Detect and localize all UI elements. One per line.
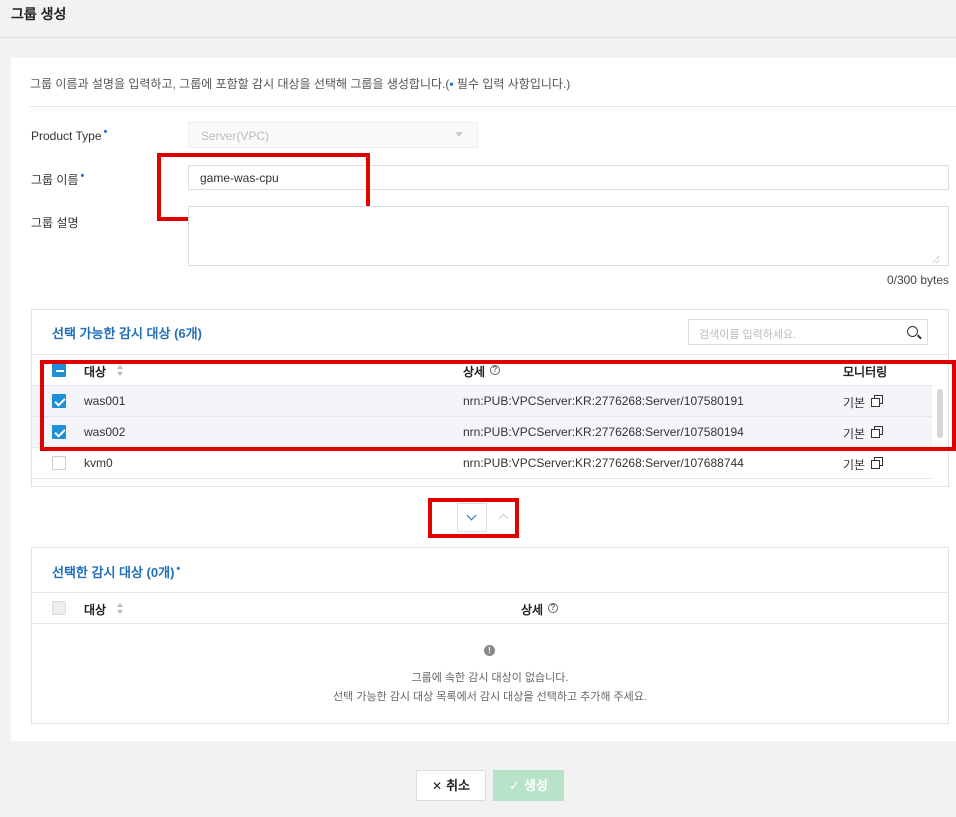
sort-icon[interactable] — [117, 603, 124, 615]
required-mark: • — [176, 563, 181, 575]
required-mark: • — [103, 126, 108, 138]
info-icon: ! — [484, 645, 495, 656]
description-divider — [30, 106, 956, 107]
divider — [32, 623, 948, 624]
group-desc-label: 그룹 설명 — [31, 216, 79, 230]
row-target-name: kvm0 — [84, 456, 113, 470]
row-monitoring: 기본 — [843, 458, 866, 472]
page-description: 그룹 이름과 설명을 입력하고, 그룹에 포함할 감시 대상을 선택해 그룹을 … — [30, 75, 570, 92]
product-type-value: Server(VPC) — [201, 129, 270, 143]
group-desc-textarea[interactable] — [188, 206, 949, 266]
product-type-label: Product Type • — [31, 126, 108, 143]
divider — [32, 354, 948, 355]
title-divider — [0, 37, 956, 38]
product-type-select[interactable]: Server(VPC) — [188, 122, 478, 148]
row-detail: nrn:PUB:VPCServer:KR:2776268:Server/1076… — [463, 456, 744, 470]
bytes-counter: 0/300 bytes — [886, 273, 949, 287]
empty-message-line2: 선택 가능한 감시 대상 목록에서 감시 대상을 선택하고 추가해 주세요. — [333, 691, 647, 703]
selected-targets-title: 선택한 감시 대상 (0개) • — [52, 563, 181, 580]
divider — [32, 478, 932, 479]
cancel-button[interactable]: ✕ 취소 — [416, 770, 486, 801]
create-label: 생성 — [523, 778, 548, 793]
highlight-box-move-buttons — [428, 498, 519, 538]
col-header-detail: 상세 — [521, 603, 544, 617]
search-placeholder: 검색이름 입력하세요. — [699, 329, 797, 341]
help-icon[interactable]: ? — [548, 603, 558, 613]
required-mark: • — [80, 170, 85, 182]
description-tail: 필수 입력 사항입니다.) — [453, 77, 571, 91]
search-icon[interactable] — [907, 326, 918, 337]
description-text: 그룹 이름과 설명을 입력하고, 그룹에 포함할 감시 대상을 선택해 그룹을 … — [30, 77, 450, 91]
create-button[interactable]: ✓ 생성 — [493, 770, 564, 801]
highlight-box-selected-rows — [40, 360, 956, 451]
divider — [32, 592, 948, 593]
close-icon: ✕ — [432, 779, 443, 793]
cancel-label: 취소 — [446, 778, 470, 793]
resize-handle-icon[interactable] — [932, 256, 939, 263]
col-header-target[interactable]: 대상 — [84, 601, 106, 618]
check-icon: ✓ — [509, 778, 520, 793]
copy-icon[interactable] — [871, 457, 883, 469]
page-title: 그룹 생성 — [11, 6, 67, 22]
available-targets-title: 선택 가능한 감시 대상 (6개) — [52, 326, 202, 341]
chevron-down-icon — [455, 132, 463, 137]
empty-message-line1: 그룹에 속한 감시 대상이 없습니다. — [411, 672, 569, 684]
search-input[interactable]: 검색이름 입력하세요. — [688, 319, 928, 345]
row-checkbox[interactable] — [52, 456, 66, 470]
group-name-label: 그룹 이름 • — [31, 170, 85, 187]
select-all-checkbox[interactable] — [52, 601, 66, 615]
